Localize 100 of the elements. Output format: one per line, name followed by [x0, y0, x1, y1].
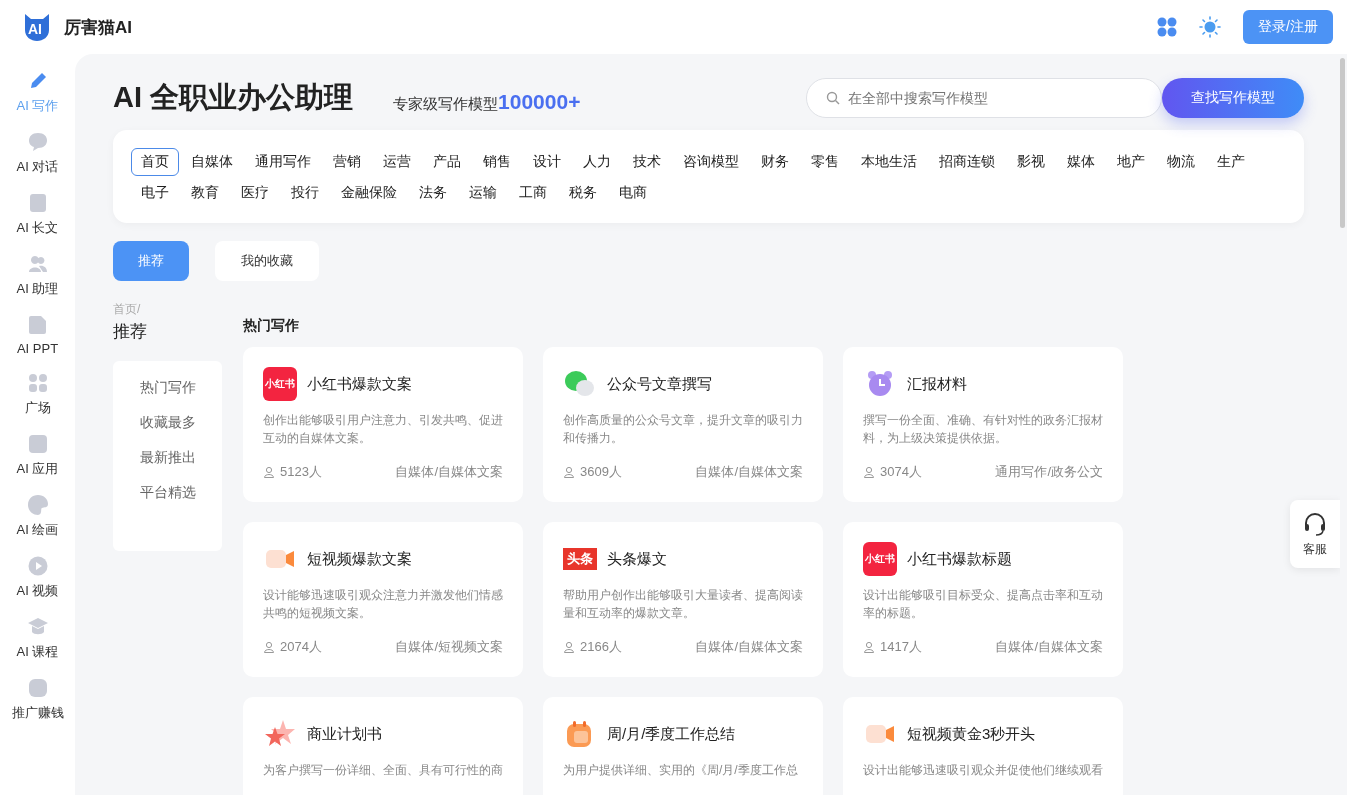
menu-item[interactable]: 最新推出	[139, 449, 196, 467]
sidebar-item[interactable]: AI 视频	[16, 555, 59, 600]
app-logo-icon: 头条	[563, 548, 597, 570]
customer-service-button[interactable]: 客服	[1290, 500, 1340, 568]
category-tab[interactable]: 影视	[1007, 148, 1055, 176]
category-tab[interactable]: 运输	[459, 179, 507, 207]
category-tab[interactable]: 医疗	[231, 179, 279, 207]
template-card[interactable]: 商业计划书 为客户撰写一份详细、全面、具有可行性的商	[243, 697, 523, 795]
menu-item[interactable]: 平台精选	[139, 484, 196, 502]
category-tab[interactable]: 设计	[523, 148, 571, 176]
template-card[interactable]: 短视频爆款文案 设计能够迅速吸引观众注意力并激发他们情感共鸣的短视频文案。 2074人 自媒体/短视频文案	[243, 522, 523, 677]
template-card[interactable]: 公众号文章撰写 创作高质量的公众号文章，提升文章的吸引力和传播力。 3609人 自媒体/自媒体文案	[543, 347, 823, 502]
grid-icon	[26, 372, 49, 394]
card-category: 自媒体/自媒体文案	[695, 638, 803, 656]
category-tab[interactable]: 营销	[323, 148, 371, 176]
card-title: 小红书爆款标题	[907, 549, 1012, 569]
category-tab[interactable]: 咨询模型	[673, 148, 749, 176]
tab[interactable]: 我的收藏	[215, 241, 319, 281]
category-tab[interactable]: 招商连锁	[929, 148, 1005, 176]
category-tab[interactable]: 通用写作	[245, 148, 321, 176]
template-card[interactable]: 短视频黄金3秒开头 设计出能够迅速吸引观众并促使他们继续观看	[843, 697, 1123, 795]
template-card[interactable]: 头条 头条爆文 帮助用户创作出能够吸引大量读者、提高阅读量和互动率的爆款文章。 2166人 自媒体/自媒体文案	[543, 522, 823, 677]
card-description: 设计能够迅速吸引观众注意力并激发他们情感共鸣的短视频文案。	[263, 587, 503, 622]
card-category: 自媒体/自媒体文案	[395, 463, 503, 481]
category-tab[interactable]: 法务	[409, 179, 457, 207]
search-button[interactable]: 查找写作模型	[1162, 78, 1304, 118]
card-title: 头条爆文	[607, 549, 667, 569]
category-tab[interactable]: 本地生活	[851, 148, 927, 176]
card-description: 设计出能够吸引目标受众、提高点击率和互动率的标题。	[863, 587, 1103, 622]
sidebar-item[interactable]: AI PPT	[16, 314, 59, 356]
category-tab[interactable]: 教育	[181, 179, 229, 207]
category-tab[interactable]: 生产	[1207, 148, 1255, 176]
palette-icon	[26, 494, 49, 516]
category-tab[interactable]: 零售	[801, 148, 849, 176]
user-count: 5123人	[280, 463, 322, 481]
menu-item[interactable]: 收藏最多	[139, 414, 196, 432]
category-tab[interactable]: 金融保险	[331, 179, 407, 207]
category-tab[interactable]: 投行	[281, 179, 329, 207]
template-card[interactable]: 周/月/季度工作总结 为用户提供详细、实用的《周/月/季度工作总	[543, 697, 823, 795]
category-tab[interactable]: 人力	[573, 148, 621, 176]
user-count: 2074人	[280, 638, 322, 656]
category-tab[interactable]: 税务	[559, 179, 607, 207]
template-card[interactable]: 汇报材料 撰写一份全面、准确、有针对性的政务汇报材料，为上级决策提供依据。 3074人 通用写作/政务公文	[843, 347, 1123, 502]
breadcrumb-current: 推荐	[113, 321, 147, 343]
sidebar-item[interactable]: AI 助理	[16, 253, 59, 298]
page-title: AI 全职业办公助理	[113, 80, 354, 115]
category-tab[interactable]: 工商	[509, 179, 557, 207]
category-tab[interactable]: 地产	[1107, 148, 1155, 176]
card-category: 通用写作/政务公文	[995, 463, 1103, 481]
card-description: 为客户撰写一份详细、全面、具有可行性的商	[263, 762, 503, 779]
sidebar-item[interactable]: 广场	[24, 372, 51, 417]
template-card[interactable]: 小红书 小红书爆款文案 创作出能够吸引用户注意力、引发共鸣、促进互动的自媒体文案。 5123人 自媒体/自媒体文案	[243, 347, 523, 502]
search-field[interactable]: 在全部中搜索写作模型	[806, 78, 1162, 118]
app-icon	[26, 433, 49, 455]
people-icon	[26, 253, 49, 275]
card-description: 为用户提供详细、实用的《周/月/季度工作总	[563, 762, 799, 779]
sidebar-item[interactable]: AI 绘画	[16, 494, 59, 539]
category-tab[interactable]: 产品	[423, 148, 471, 176]
card-category: 自媒体/自媒体文案	[695, 463, 803, 481]
card-title: 短视频爆款文案	[307, 549, 412, 569]
sidebar-item[interactable]: AI 长文	[16, 192, 59, 237]
headset-icon	[1302, 510, 1328, 537]
person-icon	[563, 466, 575, 478]
file-icon	[26, 314, 49, 336]
card-description: 撰写一份全面、准确、有针对性的政务汇报材料，为上级决策提供依据。	[863, 412, 1103, 447]
category-tab[interactable]: 电商	[609, 179, 657, 207]
category-tab[interactable]: 电子	[131, 179, 179, 207]
person-icon	[563, 641, 575, 653]
menu-item[interactable]: 热门写作	[139, 379, 196, 397]
sidebar-item[interactable]: AI 对话	[16, 131, 59, 176]
logo-text: AI	[28, 21, 42, 37]
sidebar-item[interactable]: AI 应用	[16, 433, 59, 478]
category-tab[interactable]: 运营	[373, 148, 421, 176]
sidebar-item[interactable]: AI 课程	[16, 616, 59, 661]
person-icon	[263, 641, 275, 653]
grid-icon[interactable]	[1157, 17, 1178, 37]
chat-icon	[26, 131, 49, 153]
card-description: 帮助用户创作出能够吸引大量读者、提高阅读量和互动率的爆款文章。	[563, 587, 803, 622]
person-icon	[863, 466, 875, 478]
sidebar-item[interactable]: 推广赚钱	[11, 677, 64, 722]
category-tab[interactable]: 销售	[473, 148, 521, 176]
category-tab[interactable]: 首页	[131, 148, 179, 176]
card-description: 设计出能够迅速吸引观众并促使他们继续观看	[863, 762, 1103, 779]
card-title: 商业计划书	[307, 724, 382, 744]
group-icon	[26, 677, 49, 699]
template-card[interactable]: 小红书 小红书爆款标题 设计出能够吸引目标受众、提高点击率和互动率的标题。 1417人 自媒体/自媒体文案	[843, 522, 1123, 677]
category-tab[interactable]: 物流	[1157, 148, 1205, 176]
card-title: 公众号文章撰写	[607, 374, 712, 394]
category-tab[interactable]: 自媒体	[181, 148, 243, 176]
category-tab[interactable]: 技术	[623, 148, 671, 176]
person-icon	[863, 641, 875, 653]
user-count: 2166人	[580, 638, 622, 656]
logo-icon	[22, 12, 52, 42]
play-icon	[26, 555, 49, 577]
category-tab[interactable]: 财务	[751, 148, 799, 176]
user-count: 1417人	[880, 638, 922, 656]
category-tab[interactable]: 媒体	[1057, 148, 1105, 176]
sun-icon[interactable]	[1199, 16, 1222, 38]
user-count: 3609人	[580, 463, 622, 481]
card-title: 周/月/季度工作总结	[607, 724, 736, 744]
